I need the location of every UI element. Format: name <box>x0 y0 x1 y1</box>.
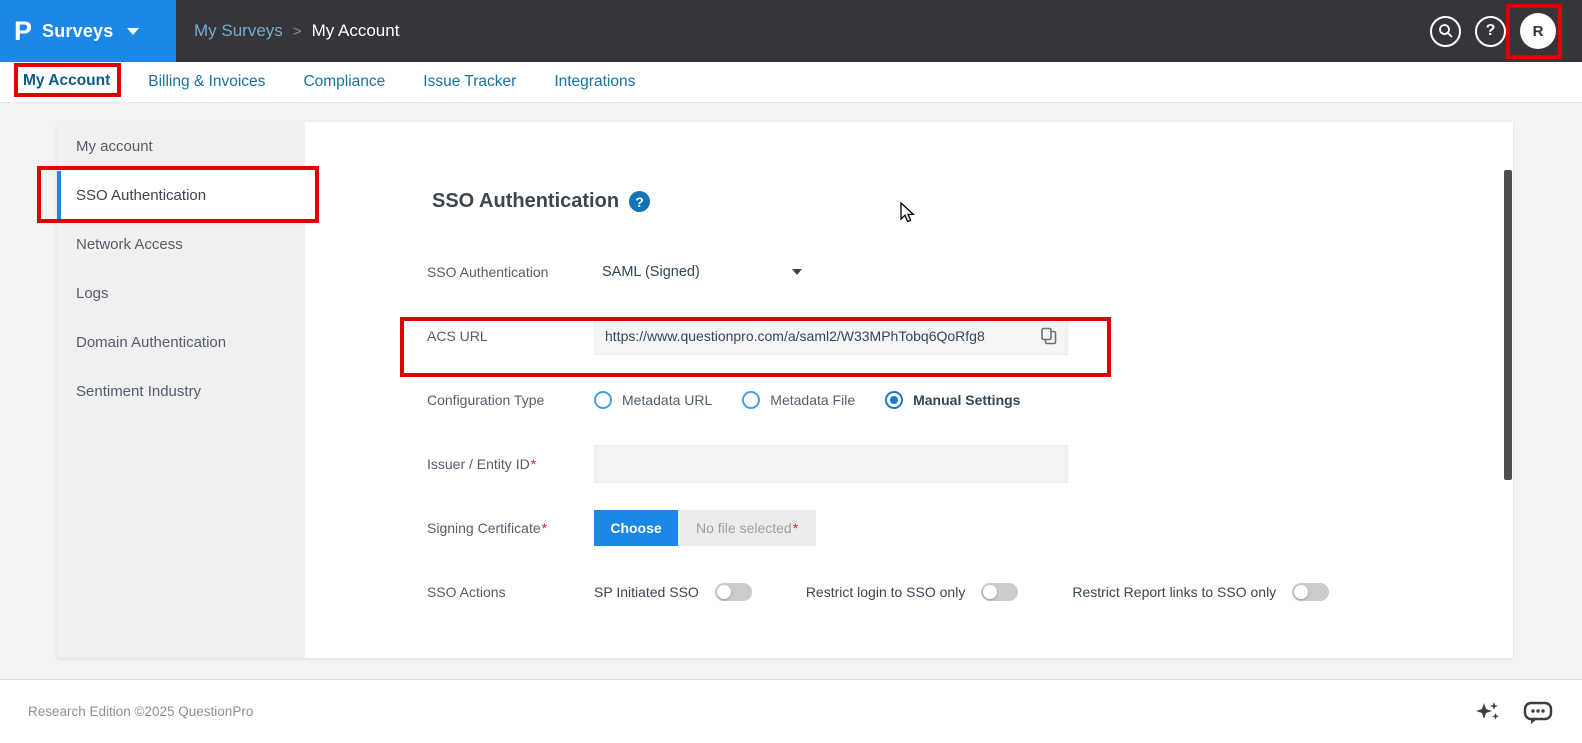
radio-metadata-url[interactable]: Metadata URL <box>594 391 712 409</box>
sidebar-item-network-access[interactable]: Network Access <box>57 220 305 269</box>
help-icon[interactable]: ? <box>1475 16 1506 47</box>
restrict-report-links-label: Restrict Report links to SSO only <box>1072 584 1276 600</box>
breadcrumb-separator: > <box>293 23 302 40</box>
avatar[interactable]: R <box>1520 13 1556 49</box>
title-help-glyph: ? <box>635 194 644 210</box>
sso-actions-toggles: SP Initiated SSO Restrict login to SSO o… <box>594 583 1329 601</box>
configuration-type-label: Configuration Type <box>427 392 594 408</box>
header-actions: ? R <box>1430 13 1582 49</box>
row-sso-actions: SSO Actions SP Initiated SSO Restrict lo… <box>427 573 1513 611</box>
radio-icon-selected <box>885 391 903 409</box>
title-help-icon[interactable]: ? <box>629 191 650 212</box>
account-tabbar: My Account Billing & Invoices Compliance… <box>0 62 1582 103</box>
radio-metadata-file-label: Metadata File <box>770 392 855 408</box>
acs-url-value: https://www.questionpro.com/a/saml2/W33M… <box>605 328 1039 344</box>
row-signing-certificate: Signing Certificate* Choose No file sele… <box>427 509 1513 547</box>
restrict-login-toggle[interactable] <box>981 583 1018 601</box>
radio-icon <box>594 391 612 409</box>
tab-my-account[interactable]: My Account <box>23 68 110 96</box>
product-switcher[interactable]: P Surveys <box>0 0 176 62</box>
sidebar-item-domain-authentication[interactable]: Domain Authentication <box>57 318 305 367</box>
row-issuer-entity-id: Issuer / Entity ID* <box>427 445 1513 483</box>
sso-type-label: SSO Authentication <box>427 264 594 280</box>
sso-actions-label: SSO Actions <box>427 584 594 600</box>
breadcrumb-my-surveys[interactable]: My Surveys <box>194 21 283 41</box>
breadcrumb-current: My Account <box>312 21 400 41</box>
radio-manual-settings[interactable]: Manual Settings <box>885 391 1020 409</box>
page: P Surveys My Surveys > My Account ? R My… <box>0 0 1582 743</box>
row-sso-type: SSO Authentication SAML (Signed) <box>427 253 1513 291</box>
chat-icon[interactable] <box>1522 699 1554 725</box>
radio-metadata-file[interactable]: Metadata File <box>742 391 855 409</box>
row-configuration-type: Configuration Type Metadata URL Metadata… <box>427 381 1513 419</box>
sp-initiated-sso-toggle[interactable] <box>715 583 752 601</box>
acs-url-field: https://www.questionpro.com/a/saml2/W33M… <box>594 317 1068 355</box>
radio-metadata-url-label: Metadata URL <box>622 392 712 408</box>
file-status: No file selected* <box>678 510 816 546</box>
sso-type-value: SAML (Signed) <box>602 264 700 280</box>
tab-compliance[interactable]: Compliance <box>303 69 385 95</box>
avatar-initial: R <box>1533 23 1544 40</box>
required-asterisk: * <box>531 456 536 472</box>
row-acs-url: ACS URL https://www.questionpro.com/a/sa… <box>427 317 1513 355</box>
issuer-label: Issuer / Entity ID* <box>427 456 594 472</box>
issuer-entity-id-input[interactable] <box>594 445 1068 483</box>
sso-settings-panel: SSO Authentication ? SSO Authentication … <box>305 122 1513 658</box>
questionpro-logo: P <box>14 18 32 45</box>
tab-integrations[interactable]: Integrations <box>554 69 635 95</box>
chevron-down-icon <box>792 269 802 275</box>
page-title: SSO Authentication <box>432 190 619 213</box>
sp-initiated-sso-label: SP Initiated SSO <box>594 584 699 600</box>
acs-url-label: ACS URL <box>427 328 594 344</box>
sidebar-item-logs[interactable]: Logs <box>57 269 305 318</box>
footer-copyright: Research Edition ©2025 QuestionPro <box>28 704 253 719</box>
configuration-type-options: Metadata URL Metadata File Manual Settin… <box>594 391 1020 409</box>
top-header: P Surveys My Surveys > My Account ? R <box>0 0 1582 62</box>
content-card: My account SSO Authentication Network Ac… <box>57 122 1513 658</box>
choose-file-button[interactable]: Choose <box>594 510 678 546</box>
sparkle-ai-icon[interactable] <box>1474 700 1500 724</box>
signing-certificate-label: Signing Certificate* <box>427 520 594 536</box>
restrict-report-links-toggle[interactable] <box>1292 583 1329 601</box>
tab-billing-invoices[interactable]: Billing & Invoices <box>148 69 265 95</box>
product-name: Surveys <box>42 21 113 42</box>
settings-sidebar: My account SSO Authentication Network Ac… <box>57 122 305 658</box>
search-icon[interactable] <box>1430 16 1461 47</box>
required-asterisk: * <box>542 520 547 536</box>
sso-type-select[interactable]: SAML (Signed) <box>594 264 802 280</box>
sidebar-item-sso-authentication[interactable]: SSO Authentication <box>57 171 305 220</box>
restrict-login-label: Restrict login to SSO only <box>806 584 966 600</box>
footer: Research Edition ©2025 QuestionPro <box>0 679 1582 743</box>
required-asterisk: * <box>793 520 798 536</box>
radio-manual-settings-label: Manual Settings <box>913 392 1020 408</box>
sidebar-item-my-account[interactable]: My account <box>57 122 305 171</box>
tab-issue-tracker[interactable]: Issue Tracker <box>423 69 516 95</box>
scrollbar-thumb[interactable] <box>1504 170 1512 480</box>
chevron-down-icon <box>127 28 139 35</box>
radio-icon <box>742 391 760 409</box>
sidebar-item-sentiment-industry[interactable]: Sentiment Industry <box>57 367 305 416</box>
breadcrumb: My Surveys > My Account <box>194 21 399 41</box>
footer-icons <box>1474 699 1554 725</box>
copy-icon[interactable] <box>1039 326 1059 346</box>
help-glyph: ? <box>1486 22 1496 40</box>
